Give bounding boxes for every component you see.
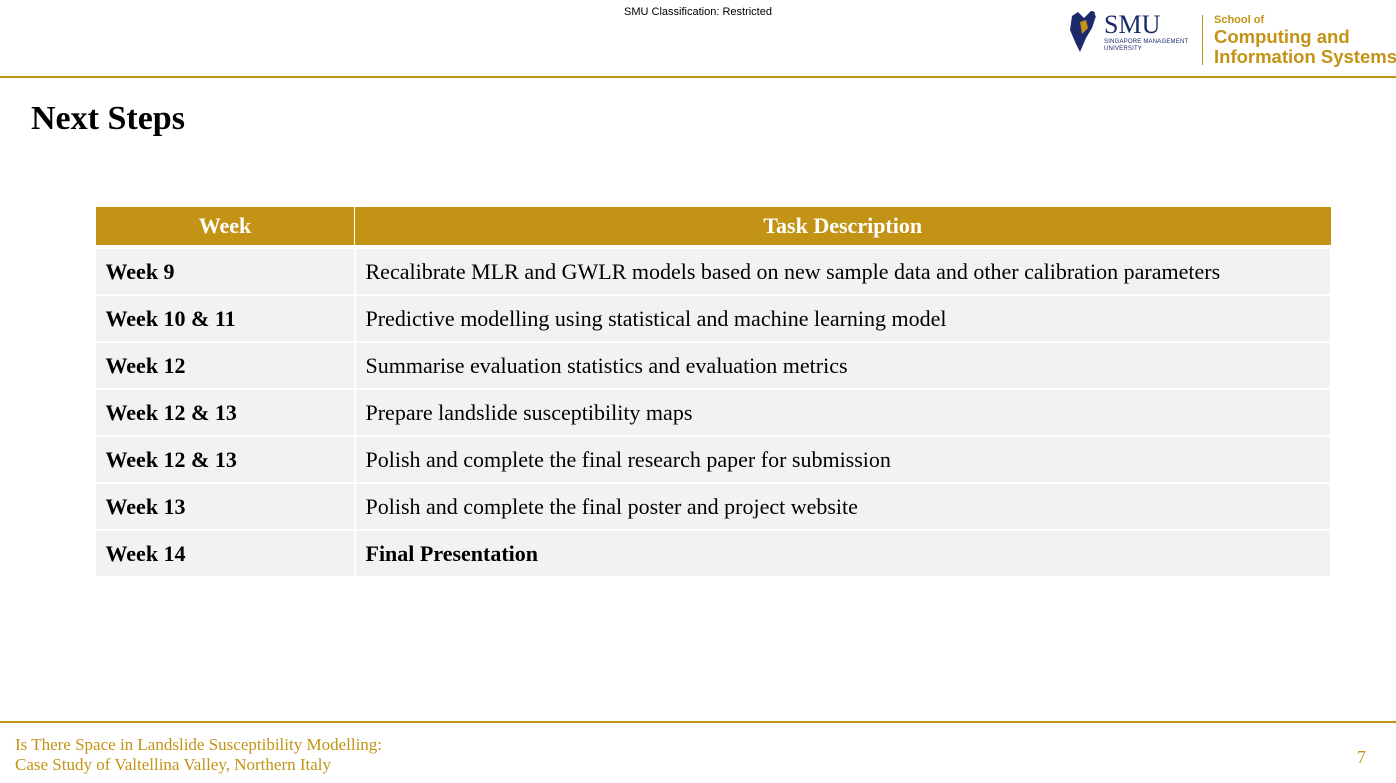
table-row: Week 12 & 13 Prepare landslide susceptib… (95, 389, 1332, 437)
week-cell: Week 12 & 13 (95, 436, 356, 484)
week-cell: Week 14 (95, 530, 356, 578)
smu-subtitle: SINGAPORE MANAGEMENT UNIVERSITY (1104, 39, 1188, 53)
logo-divider (1202, 15, 1203, 65)
schedule-table: Week Task Description Week 9 Recalibrate… (95, 206, 1332, 578)
week-cell: Week 12 & 13 (95, 389, 356, 437)
footer-title-line1: Is There Space in Landslide Susceptibili… (15, 735, 383, 754)
smu-sis-logo: SMU SINGAPORE MANAGEMENT UNIVERSITY Scho… (1066, 8, 1396, 70)
footer-divider (0, 721, 1396, 723)
task-cell: Predictive modelling using statistical a… (354, 295, 1332, 343)
table-row: Week 10 & 11 Predictive modelling using … (95, 295, 1332, 343)
column-header-task: Task Description (354, 206, 1332, 249)
school-name-line2: Information Systems (1214, 46, 1396, 67)
table-row: Week 14 Final Presentation (95, 530, 1332, 578)
task-cell: Summarise evaluation statistics and eval… (354, 342, 1332, 390)
task-cell: Polish and complete the final research p… (354, 436, 1332, 484)
task-cell: Polish and complete the final poster and… (354, 483, 1332, 531)
table-row: Week 13 Polish and complete the final po… (95, 483, 1332, 531)
footer-title: Is There Space in Landslide Susceptibili… (15, 735, 382, 775)
week-cell: Week 9 (95, 247, 356, 296)
table-row: Week 12 & 13 Polish and complete the fin… (95, 436, 1332, 484)
header-divider (0, 76, 1396, 78)
school-of-label: School of (1214, 14, 1265, 26)
smu-subtitle-line2: UNIVERSITY (1104, 46, 1143, 52)
school-name-line1: Computing and (1214, 26, 1350, 47)
table-header-row: Week Task Description (95, 206, 1332, 249)
table-row: Week 9 Recalibrate MLR and GWLR models b… (95, 247, 1332, 296)
column-header-week: Week (95, 206, 355, 249)
smu-emblem-icon (1070, 11, 1096, 52)
task-cell: Recalibrate MLR and GWLR models based on… (354, 247, 1332, 296)
smu-wordmark: SMU (1104, 10, 1161, 39)
table-row: Week 12 Summarise evaluation statistics … (95, 342, 1332, 390)
week-cell: Week 12 (95, 342, 356, 390)
smu-subtitle-line1: SINGAPORE MANAGEMENT (1104, 39, 1189, 45)
week-cell: Week 13 (95, 483, 356, 531)
task-cell: Final Presentation (354, 530, 1332, 578)
slide-title: Next Steps (31, 100, 185, 137)
task-cell: Prepare landslide susceptibility maps (354, 389, 1332, 437)
school-name: Computing and Information Systems (1214, 27, 1396, 67)
page-number: 7 (1357, 747, 1366, 767)
week-cell: Week 10 & 11 (95, 295, 356, 343)
footer-title-line2: Case Study of Valtellina Valley, Norther… (15, 755, 332, 774)
